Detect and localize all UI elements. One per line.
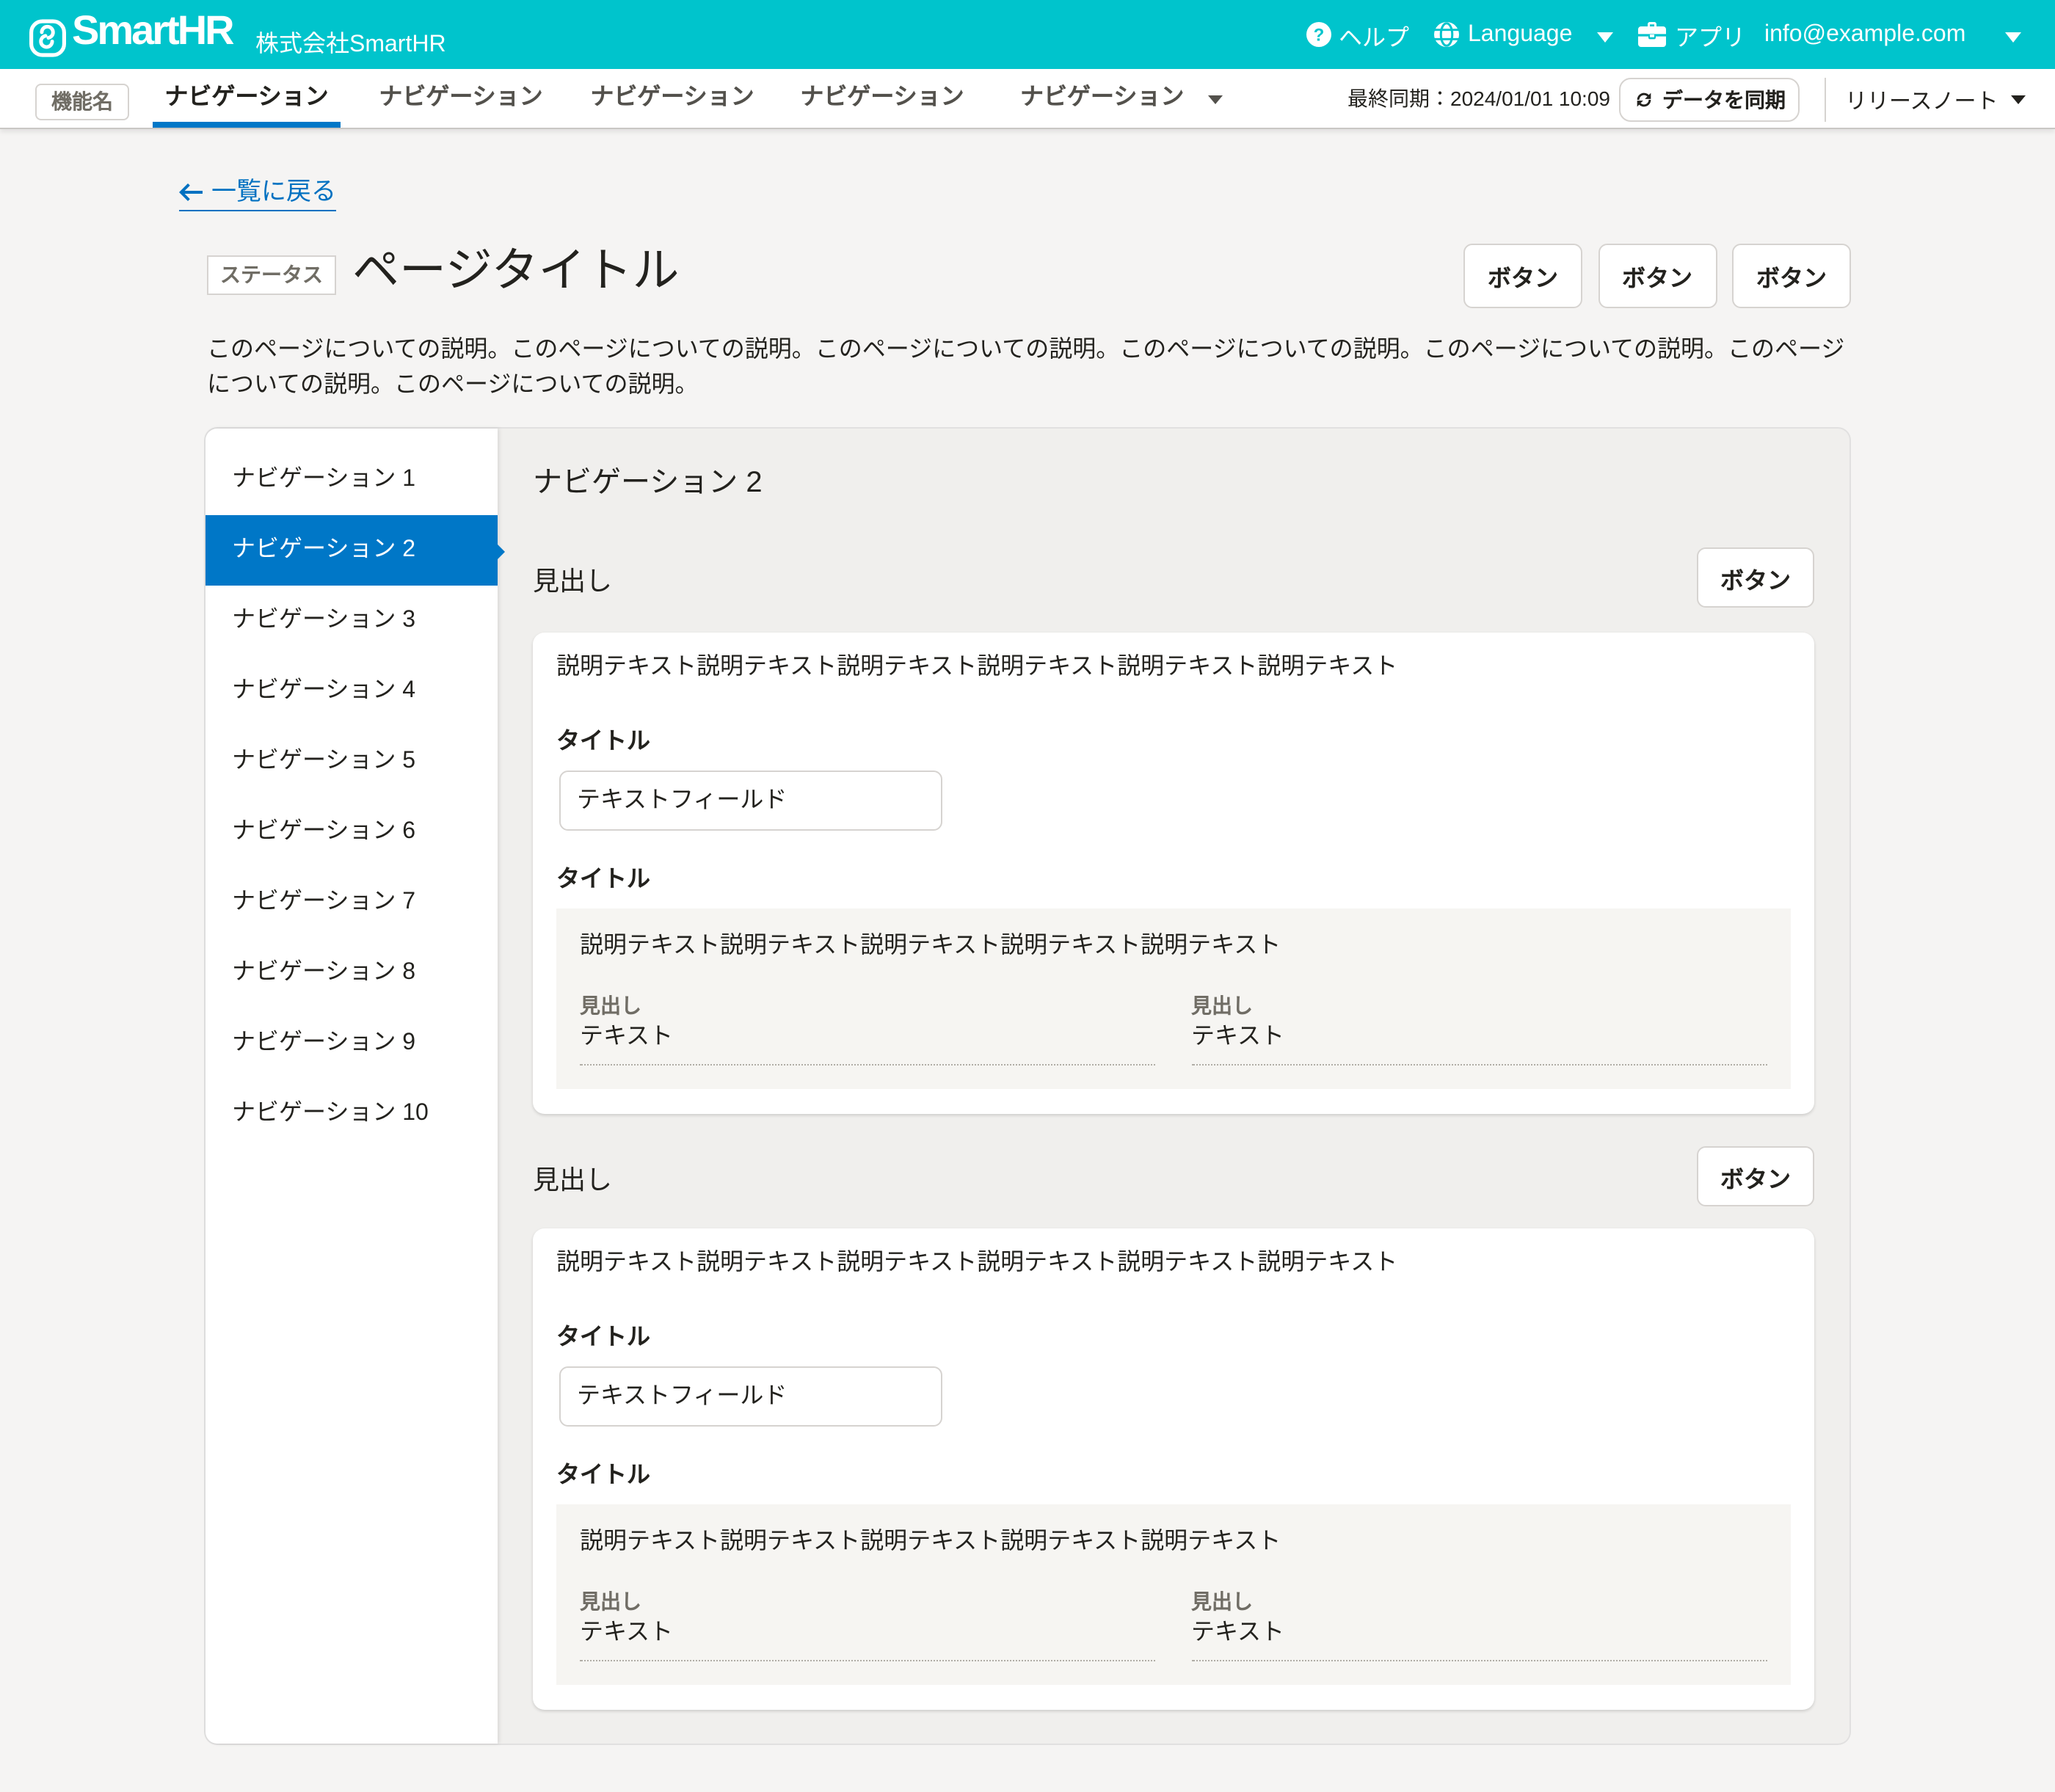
svg-text:?: ? [1314, 26, 1325, 45]
